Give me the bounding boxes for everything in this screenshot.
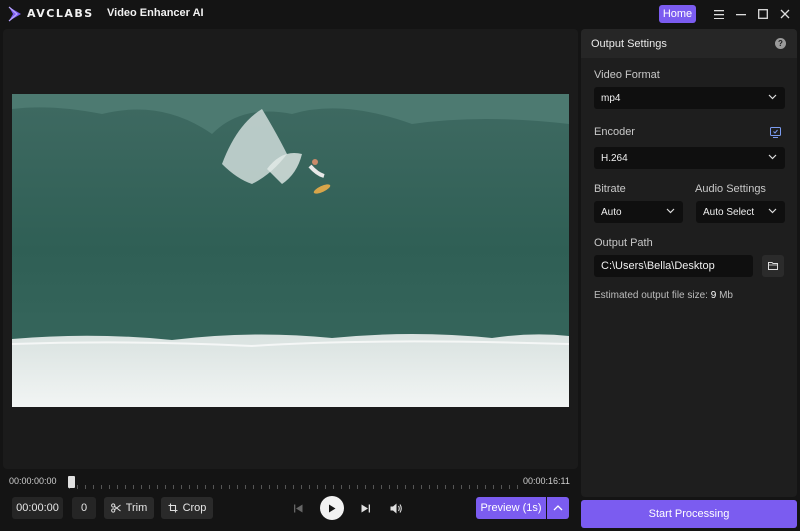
title-bar: AVCLABS Video Enhancer AI Home (0, 0, 800, 28)
output-path-label: Output Path (594, 237, 653, 249)
skip-back-icon[interactable] (292, 502, 304, 514)
play-button[interactable] (320, 496, 344, 520)
encoder-settings-icon[interactable] (769, 126, 782, 139)
timeline-playhead[interactable] (68, 476, 75, 488)
minimize-icon[interactable] (734, 7, 748, 21)
chevron-down-icon (666, 208, 675, 214)
estimated-file-size: Estimated output file size: 9 Mb (594, 290, 733, 301)
start-processing-button[interactable]: Start Processing (581, 500, 797, 528)
encoder-label: Encoder (594, 126, 635, 138)
help-icon[interactable]: ? (775, 38, 786, 49)
home-button[interactable]: Home (659, 5, 696, 23)
video-frame (12, 94, 569, 407)
preview-options-button[interactable] (547, 497, 569, 519)
timeline-ticks (69, 485, 518, 489)
close-icon[interactable] (778, 7, 792, 21)
encoder-value: H.264 (601, 152, 628, 164)
play-icon (329, 504, 336, 512)
timeline-start-time: 00:00:00:00 (9, 476, 57, 486)
crop-button[interactable]: Crop (161, 497, 213, 519)
bitrate-label: Bitrate (594, 183, 626, 195)
settings-header: Output Settings ? (581, 29, 797, 58)
app-title: Video Enhancer AI (107, 7, 204, 19)
chevron-up-icon (553, 505, 563, 511)
crop-label: Crop (182, 502, 207, 514)
video-format-value: mp4 (601, 92, 621, 104)
preview-button[interactable]: Preview (1s) (476, 497, 546, 519)
estimate-prefix: Estimated output file size: (594, 290, 708, 301)
output-path-field[interactable]: C:\Users\Bella\Desktop (594, 255, 753, 277)
bitrate-value: Auto (601, 206, 622, 218)
frame-field[interactable]: 0 (72, 497, 96, 519)
trim-button[interactable]: Trim (104, 497, 154, 519)
estimate-value: 9 (710, 290, 717, 301)
settings-title: Output Settings (591, 38, 667, 50)
scissors-icon (110, 503, 121, 513)
estimate-unit: Mb (719, 290, 733, 301)
folder-icon (768, 262, 778, 270)
crop-icon (168, 503, 178, 513)
brand-name: AVCLABS (27, 7, 94, 20)
menu-icon[interactable] (712, 7, 726, 21)
audio-settings-label: Audio Settings (695, 183, 766, 195)
audio-settings-value: Auto Select (703, 206, 755, 218)
audio-settings-select[interactable]: Auto Select (696, 201, 785, 223)
chevron-down-icon (768, 208, 777, 214)
browse-folder-button[interactable] (762, 255, 784, 277)
bitrate-select[interactable]: Auto (594, 201, 683, 223)
timeline-end-time: 00:00:16:11 (523, 476, 570, 486)
video-format-select[interactable]: mp4 (594, 87, 785, 109)
avclabs-logo-icon (8, 6, 21, 22)
volume-icon[interactable] (389, 501, 403, 515)
chevron-down-icon (768, 94, 777, 100)
current-time-field[interactable]: 00:00:00 (12, 497, 63, 519)
video-format-label: Video Format (594, 69, 660, 81)
chevron-down-icon (768, 154, 777, 160)
skip-forward-icon[interactable] (359, 502, 371, 514)
maximize-icon[interactable] (756, 7, 770, 21)
encoder-select[interactable]: H.264 (594, 147, 785, 169)
trim-label: Trim (125, 502, 148, 514)
